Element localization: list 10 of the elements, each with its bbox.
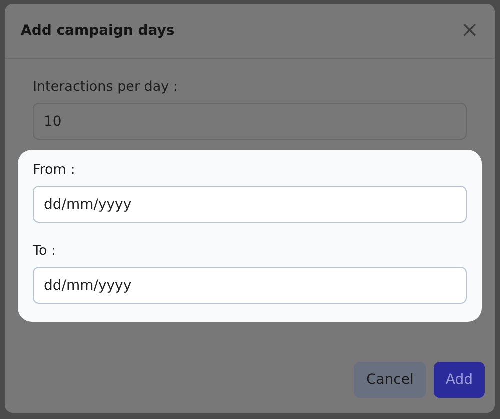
- field-label: To :: [32, 243, 58, 259]
- close-button[interactable]: ×: [460, 20, 479, 42]
- date-input[interactable]: dd/mm/yyyy: [33, 186, 467, 223]
- field-label: From :: [32, 162, 76, 178]
- date-input[interactable]: dd/mm/yyyy: [33, 267, 467, 304]
- cancel-button[interactable]: Cancel: [354, 362, 426, 398]
- interactions-input[interactable]: 10: [33, 103, 467, 140]
- field-label: Interactions per day :: [32, 79, 179, 95]
- dialog-title: Add campaign days: [21, 23, 175, 39]
- add-button[interactable]: Add: [434, 362, 485, 398]
